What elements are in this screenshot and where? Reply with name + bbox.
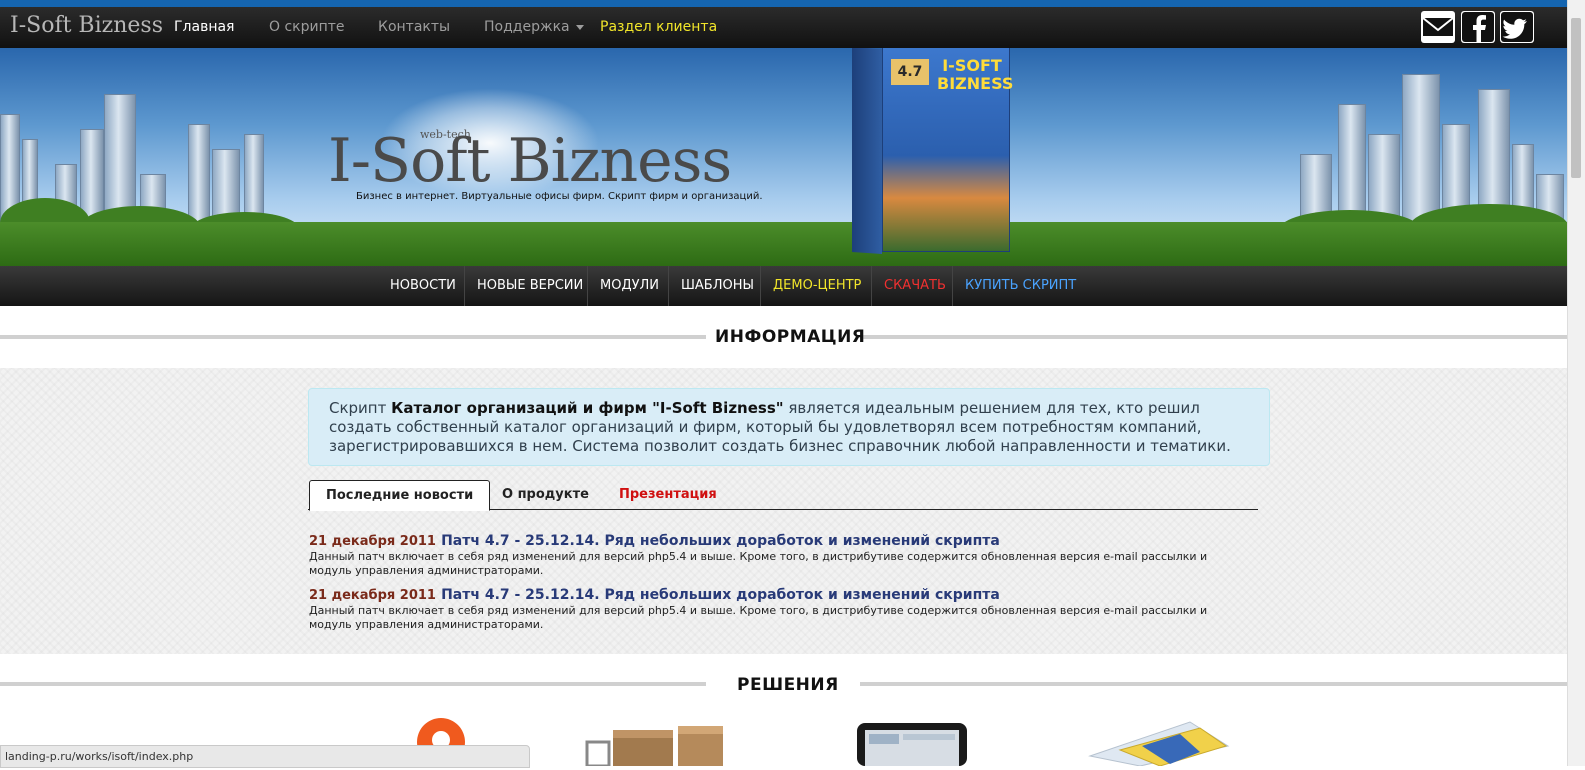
solutions-heading: РЕШЕНИЯ <box>737 675 839 695</box>
menu-news[interactable]: НОВОСТИ <box>378 266 468 306</box>
twitter-icon[interactable] <box>1500 11 1534 43</box>
menu-modules[interactable]: МОДУЛИ <box>587 266 671 306</box>
tab-about-product[interactable]: О продукте <box>486 480 605 510</box>
news-title-link[interactable]: Патч 4.7 - 25.12.14. Ряд небольших дораб… <box>441 587 1000 603</box>
section-divider <box>0 335 706 339</box>
hero-banner: web-tech I-Soft Bizness Бизнес в интерне… <box>0 48 1568 266</box>
tab-presentation[interactable]: Презентация <box>603 480 733 510</box>
menu-buy-script[interactable]: КУПИТЬ СКРИПТ <box>952 266 1088 306</box>
menu-new-versions[interactable]: НОВЫЕ ВЕРСИИ <box>464 266 595 306</box>
nav-support[interactable]: Поддержка <box>484 19 584 35</box>
grass-strip <box>0 222 1568 266</box>
scrollbar-thumb[interactable] <box>1571 18 1581 178</box>
banner-logo: I-Soft Bizness <box>328 126 732 196</box>
navbar-brand[interactable]: I-Soft Bizness <box>10 13 163 38</box>
nav-about[interactable]: О скрипте <box>269 19 345 35</box>
news-title-link[interactable]: Патч 4.7 - 25.12.14. Ряд небольших дораб… <box>441 533 1000 549</box>
alert-product-name: Каталог организаций и фирм "I-Soft Bizne… <box>391 399 784 417</box>
product-title: I-SOFT BIZNESS <box>937 56 1014 93</box>
news-text: Данный патч включает в себя ряд изменени… <box>309 604 1208 631</box>
product-box-side <box>852 48 882 255</box>
section-divider <box>860 682 1568 686</box>
documents-icon[interactable] <box>1080 716 1230 770</box>
banner-tagline: Бизнес в интернет. Виртуальные офисы фир… <box>356 191 763 202</box>
section-divider <box>860 335 1568 339</box>
menu-demo-center[interactable]: ДЕМО-ЦЕНТР <box>760 266 873 306</box>
menu-download[interactable]: СКАЧАТЬ <box>871 266 958 306</box>
news-date: 21 декабря 2011 <box>309 588 436 603</box>
boxes-icon[interactable] <box>583 724 728 770</box>
alert-text-pre: Скрипт <box>329 399 392 417</box>
nav-client-area[interactable]: Раздел клиента <box>600 19 717 35</box>
menu-templates[interactable]: ШАБЛОНЫ <box>668 266 766 306</box>
nav-support-label: Поддержка <box>484 19 570 35</box>
info-alert: Скрипт Каталог организаций и фирм "I-Sof… <box>308 388 1270 466</box>
browser-status-url: landing-p.ru/works/isoft/index.php <box>0 745 530 768</box>
news-date: 21 декабря 2011 <box>309 534 436 549</box>
news-text: Данный патч включает в себя ряд изменени… <box>309 550 1208 577</box>
tab-latest-news[interactable]: Последние новости <box>309 480 491 511</box>
section-divider <box>0 682 706 686</box>
nav-home[interactable]: Главная <box>174 19 234 35</box>
news-item: 21 декабря 2011 Патч 4.7 - 25.12.14. Ряд… <box>309 530 1209 578</box>
top-accent-line <box>0 0 1568 7</box>
mail-icon[interactable] <box>1421 11 1455 43</box>
product-version: 4.7 <box>891 59 929 85</box>
info-heading: ИНФОРМАЦИЯ <box>715 327 866 347</box>
facebook-icon[interactable] <box>1461 11 1495 43</box>
chevron-down-icon <box>575 24 584 30</box>
nav-contacts[interactable]: Контакты <box>378 19 450 35</box>
product-box-image: 4.7 I-SOFT BIZNESS <box>852 48 1014 258</box>
vertical-scrollbar[interactable] <box>1567 0 1585 766</box>
tablet-icon[interactable] <box>857 723 967 770</box>
main-menu: НОВОСТИ НОВЫЕ ВЕРСИИ МОДУЛИ ШАБЛОНЫ ДЕМО… <box>0 266 1568 306</box>
news-item: 21 декабря 2011 Патч 4.7 - 25.12.14. Ряд… <box>309 584 1209 632</box>
product-box-front: 4.7 I-SOFT BIZNESS <box>882 48 1014 252</box>
top-navbar: I-Soft Bizness Главная О скрипте Контакт… <box>0 7 1568 48</box>
